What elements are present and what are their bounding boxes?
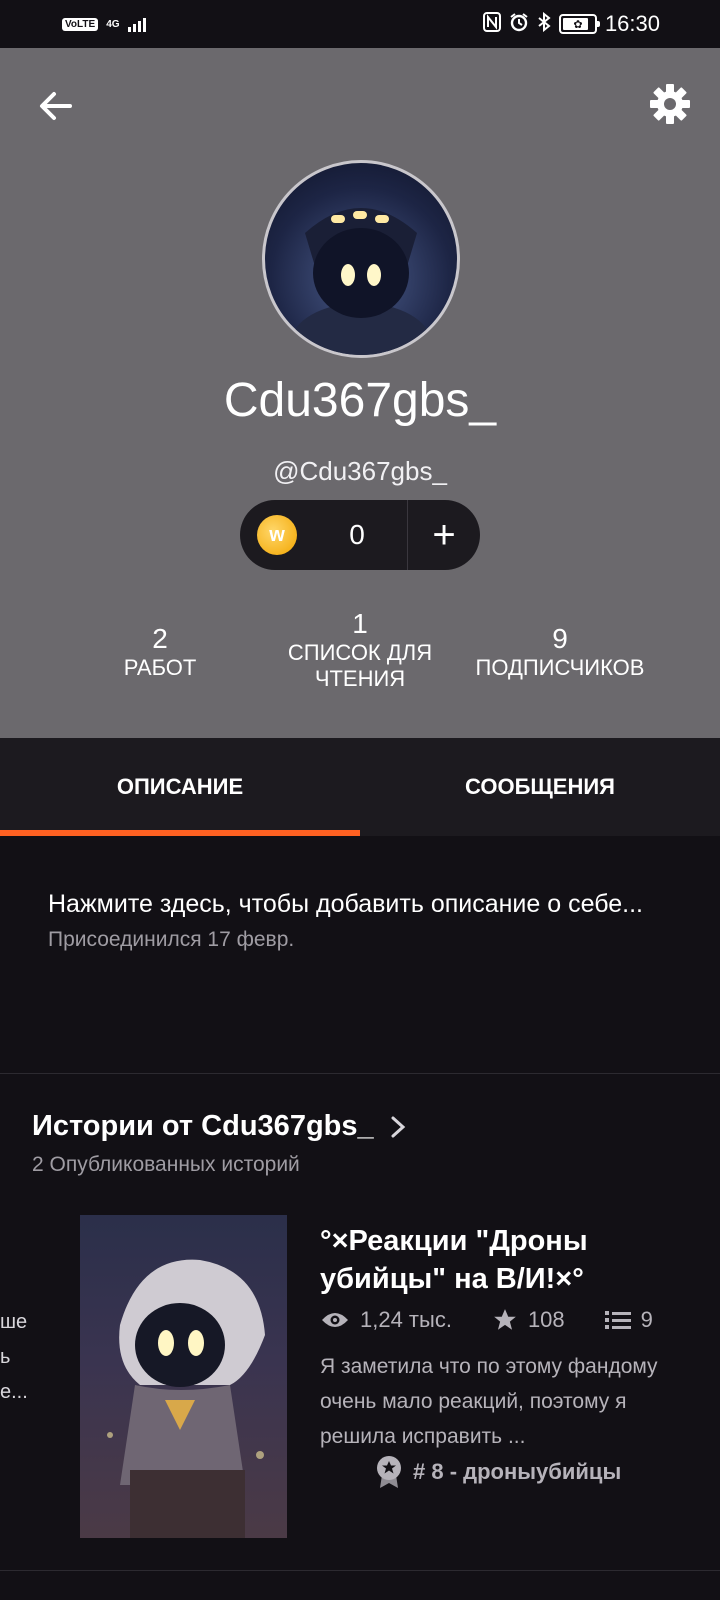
followers-label: ПОДПИСЧИКОВ <box>475 655 645 680</box>
reading-lists-label-line2: ЧТЕНИЯ <box>314 666 406 691</box>
profile-tabs: ОПИСАНИЕ СООБЩЕНИЯ <box>0 738 720 836</box>
coin-count: 0 <box>349 519 365 550</box>
avatar[interactable] <box>262 160 460 358</box>
previous-story-peek[interactable]: ше ь е... <box>0 1305 28 1410</box>
battery-icon: ✿ <box>558 14 600 34</box>
alarm-icon <box>509 12 529 37</box>
status-bar: VoLTE 4G ✿ 16:30 <box>0 0 720 48</box>
rank-text: # 8 - дроныубийцы <box>413 1459 622 1484</box>
story-stats: 1,24 тыс. 108 9 <box>320 1307 653 1333</box>
section-divider <box>0 1073 720 1074</box>
peek-line: ше <box>0 1311 28 1333</box>
section-divider <box>0 1570 720 1571</box>
back-button[interactable] <box>34 84 78 128</box>
star-icon <box>494 1309 516 1330</box>
story-description: Я заметила что по этому фандому очень ма… <box>320 1355 658 1448</box>
stat-followers[interactable]: 9 ПОДПИСЧИКОВ <box>460 623 660 681</box>
clock: 16:30 <box>604 11 660 36</box>
story-rank-tag[interactable]: # 8 - дроныубийцы <box>375 1455 621 1489</box>
followers-count: 9 <box>552 623 568 654</box>
volte-badge: VoLTE <box>62 17 99 31</box>
award-icon <box>377 1456 401 1488</box>
reading-lists-label-line1: СПИСОК ДЛЯ <box>287 640 433 665</box>
about-section[interactable]: Нажмите здесь, чтобы добавить описание о… <box>48 884 688 952</box>
views-count: 1,24 тыс. <box>360 1307 452 1332</box>
reading-lists-count: 1 <box>352 608 368 639</box>
settings-button[interactable] <box>646 80 694 128</box>
stat-works[interactable]: 2 РАБОТ <box>90 623 230 681</box>
arrow-left-icon <box>40 92 72 120</box>
stat-reading-lists[interactable]: 1 СПИСОК ДЛЯ ЧТЕНИЯ <box>270 608 450 692</box>
add-description-prompt[interactable]: Нажмите здесь, чтобы добавить описание о… <box>48 884 688 924</box>
gear-icon <box>650 84 690 124</box>
joined-date: Присоединился 17 февр. <box>48 928 295 951</box>
network-type: 4G <box>106 18 120 30</box>
stories-header[interactable]: Истории от Cdu367gbs_ <box>32 1110 410 1143</box>
chevron-right-icon <box>391 1116 405 1137</box>
stories-count: 2 Опубликованных историй <box>32 1153 300 1176</box>
works-count: 2 <box>152 623 168 654</box>
signal-icon <box>127 16 146 32</box>
user-handle: @Cdu367gbs_ <box>273 456 447 486</box>
nfc-icon <box>482 11 501 37</box>
eye-icon <box>322 1313 348 1327</box>
story-cover[interactable] <box>80 1215 287 1538</box>
peek-line: ь <box>0 1346 11 1368</box>
works-label: РАБОТ <box>123 655 197 680</box>
story-title[interactable]: °×Реакции "Дроны убийцы" на В/И!×° <box>320 1222 700 1298</box>
stories-title: Истории от Cdu367gbs_ <box>32 1110 374 1142</box>
username: Cdu367gbs_ <box>223 374 497 427</box>
parts-count: 9 <box>640 1307 653 1332</box>
coin-icon: w <box>257 515 297 555</box>
peek-line: е... <box>0 1381 28 1403</box>
coin-balance: w 0 + <box>240 500 480 570</box>
tab-messages[interactable]: СООБЩЕНИЯ <box>360 738 720 836</box>
bluetooth-icon <box>537 11 551 37</box>
list-icon <box>604 1311 631 1329</box>
votes-count: 108 <box>527 1307 565 1332</box>
add-coins-button[interactable]: + <box>408 500 480 570</box>
profile-header: Cdu367gbs_ @Cdu367gbs_ w 0 + 2 РАБОТ 1 С… <box>0 48 720 738</box>
tab-about[interactable]: ОПИСАНИЕ <box>0 738 360 836</box>
